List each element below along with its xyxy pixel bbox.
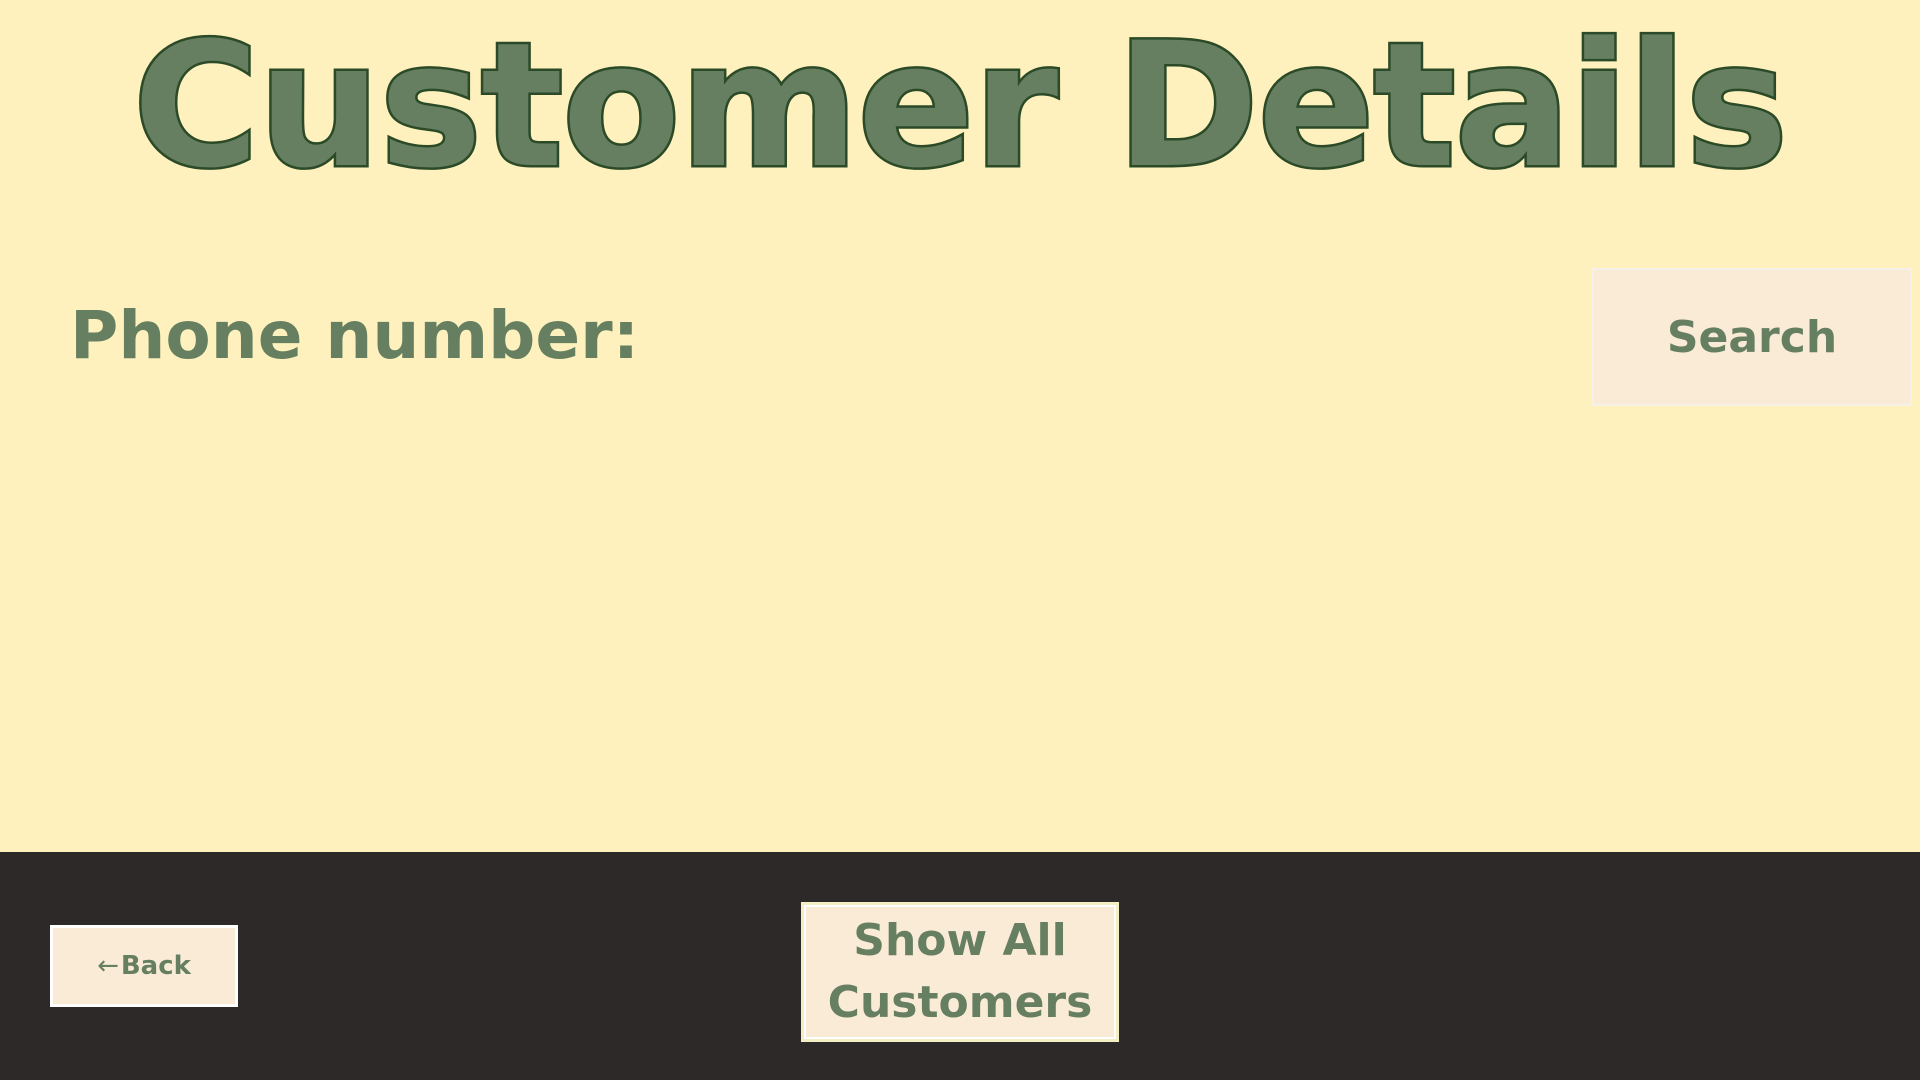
show-all-customers-button[interactable]: Show All Customers	[801, 902, 1119, 1042]
phone-number-label: Phone number:	[70, 297, 640, 374]
search-button-label: Search	[1666, 311, 1838, 363]
back-button-label: Back	[120, 951, 191, 981]
phone-number-input[interactable]	[620, 296, 1564, 378]
search-button[interactable]: Search	[1592, 268, 1912, 406]
back-arrow-icon: ←	[97, 951, 119, 981]
show-all-customers-label: Show All Customers	[827, 915, 1093, 1028]
back-button[interactable]: ← Back	[50, 925, 238, 1007]
page-title: Customer Details	[130, 3, 1790, 208]
